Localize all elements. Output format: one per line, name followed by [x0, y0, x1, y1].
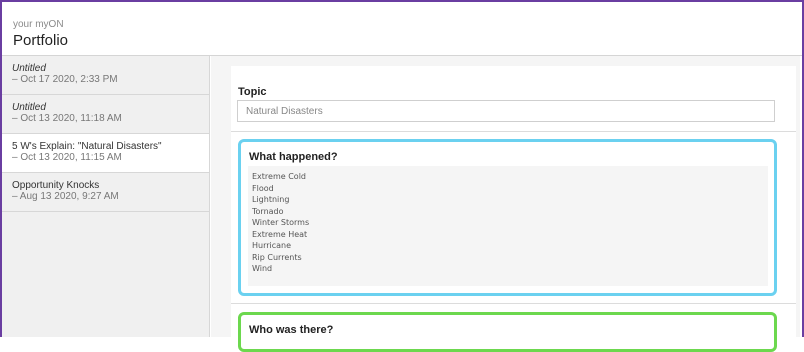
sidebar-item-untitled-oct17[interactable]: Untitled – Oct 17 2020, 2:33 PM [2, 56, 209, 95]
sidebar-item-date: – Aug 13 2020, 9:27 AM [12, 191, 119, 202]
sidebar-item-name: Opportunity Knocks [12, 180, 100, 191]
sidebar-item-date: – Oct 13 2020, 11:15 AM [12, 152, 122, 163]
sidebar-item-name: Untitled [12, 63, 46, 74]
answer-line: Tornado [252, 206, 284, 216]
sidebar-item-name: Untitled [12, 102, 46, 113]
page-header: your myON Portfolio [2, 2, 802, 56]
sidebar-item-5ws-explain[interactable]: 5 W's Explain: "Natural Disasters" – Oct… [2, 134, 209, 173]
answer-line: Extreme Cold [252, 172, 306, 181]
section-divider [231, 303, 796, 304]
answer-line: Hurricane [252, 241, 292, 250]
sidebar-item-date: – Oct 13 2020, 11:18 AM [12, 113, 122, 124]
answer-line: Rip Currents [252, 252, 302, 262]
what-happened-section: What happened? Extreme Cold Flood Lightn… [238, 139, 777, 296]
section-title: What happened? [249, 151, 338, 163]
who-was-there-section: Who was there? [238, 312, 777, 352]
sidebar-item-untitled-oct13[interactable]: Untitled – Oct 13 2020, 11:18 AM [2, 95, 209, 134]
section-title: Who was there? [249, 324, 334, 336]
portfolio-sidebar: Untitled – Oct 17 2020, 2:33 PM Untitled… [2, 56, 210, 337]
answer-line: Wind [252, 264, 273, 273]
answer-line: Flood [252, 183, 274, 193]
section-divider [231, 131, 796, 132]
page-title: Portfolio [13, 32, 69, 49]
header-subtitle: your myON [13, 19, 64, 30]
topic-input[interactable] [237, 100, 775, 122]
sidebar-item-name: 5 W's Explain: "Natural Disasters" [12, 141, 162, 152]
topic-label: Topic [238, 86, 267, 98]
sidebar-item-date: – Oct 17 2020, 2:33 PM [12, 74, 118, 85]
sidebar-item-opportunity-knocks[interactable]: Opportunity Knocks – Aug 13 2020, 9:27 A… [2, 173, 209, 212]
what-happened-answer[interactable]: Extreme Cold Flood Lightning Tornado Win… [248, 166, 768, 286]
answer-line: Extreme Heat [252, 229, 308, 239]
answer-line: Lightning [252, 195, 290, 204]
answer-line: Winter Storms [252, 218, 310, 227]
